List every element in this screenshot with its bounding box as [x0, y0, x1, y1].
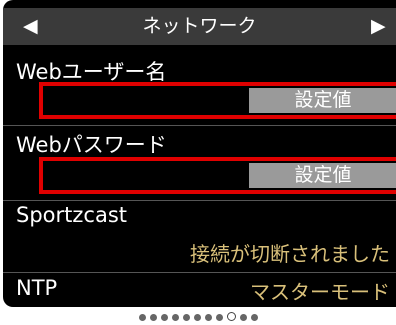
- header-bar: ◀ ネットワーク ▶: [3, 8, 396, 45]
- page-dot[interactable]: [239, 314, 247, 321]
- settings-screen: ◀ ネットワーク ▶ Webユーザー名 設定値 Webパスワード 設定値 Spo…: [3, 0, 396, 307]
- ntp-mode-value[interactable]: マスターモード: [250, 276, 390, 305]
- ntp-label[interactable]: NTP: [16, 276, 57, 300]
- page-dot-active[interactable]: [226, 312, 236, 321]
- sportzcast-label[interactable]: Sportzcast: [16, 203, 127, 227]
- page-dot[interactable]: [149, 314, 157, 321]
- page-dot[interactable]: [250, 314, 258, 321]
- page-dot[interactable]: [193, 314, 201, 321]
- divider: [3, 125, 396, 126]
- page-title: ネットワーク: [142, 15, 257, 37]
- web-username-value: 設定値: [249, 88, 396, 113]
- web-password-label: Webパスワード: [16, 133, 167, 157]
- page-dot[interactable]: [215, 314, 223, 321]
- sportzcast-status: 接続が切断されました: [190, 242, 390, 266]
- page-dot[interactable]: [160, 314, 168, 321]
- divider: [3, 200, 396, 201]
- next-page-icon[interactable]: ▶: [371, 8, 386, 45]
- web-password-field[interactable]: 設定値: [39, 157, 396, 194]
- web-username-field[interactable]: 設定値: [39, 82, 396, 119]
- page-dot[interactable]: [171, 314, 179, 321]
- divider: [3, 272, 396, 273]
- page-dot[interactable]: [182, 314, 190, 321]
- page-dot[interactable]: [204, 314, 212, 321]
- page-indicator: [0, 307, 396, 325]
- page-dot[interactable]: [138, 314, 146, 321]
- web-password-value: 設定値: [249, 163, 396, 188]
